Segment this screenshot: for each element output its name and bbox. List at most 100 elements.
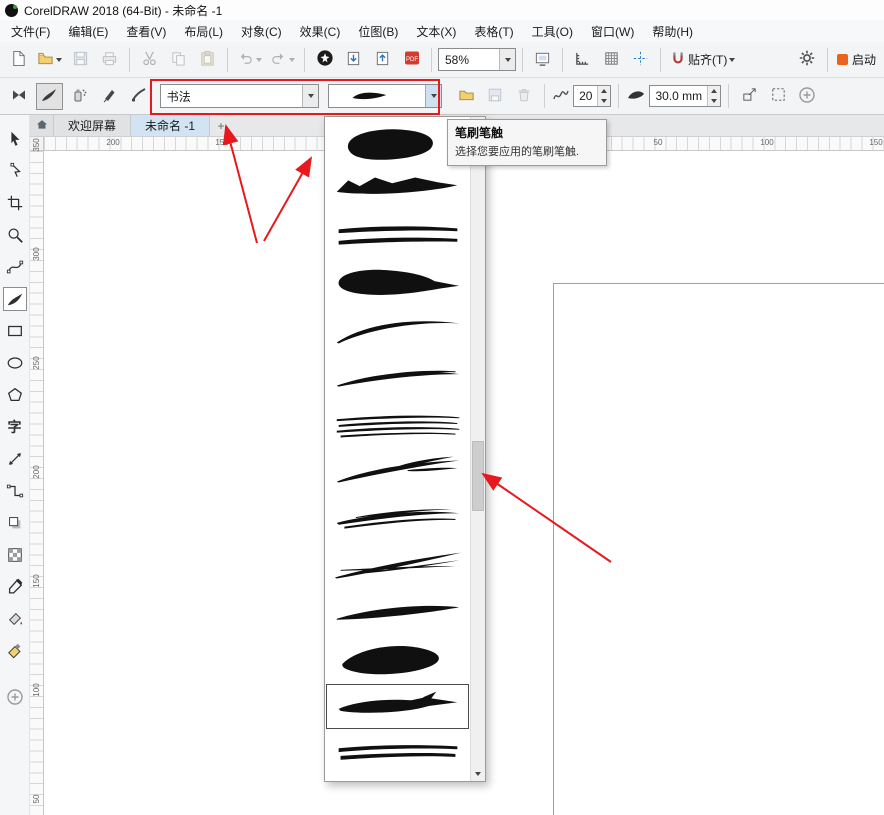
scale-stroke-with-object-button[interactable] bbox=[736, 83, 762, 109]
menu-bitmaps[interactable]: 位图(B) bbox=[349, 20, 407, 43]
scroll-down-button[interactable] bbox=[471, 766, 485, 781]
brush-stroke-flag[interactable] bbox=[325, 166, 470, 213]
delete-stroke-button[interactable] bbox=[511, 83, 537, 109]
cut-button[interactable] bbox=[136, 46, 163, 73]
brush-stroke-leaf[interactable] bbox=[325, 636, 470, 683]
crop-tool[interactable] bbox=[3, 191, 27, 215]
menu-object[interactable]: 对象(C) bbox=[232, 20, 291, 43]
drop-shadow-tool[interactable] bbox=[3, 511, 27, 535]
print-button[interactable] bbox=[96, 46, 123, 73]
brush-stroke-thin-arc[interactable] bbox=[325, 307, 470, 354]
eyedropper-tool[interactable] bbox=[3, 575, 27, 599]
text-tool[interactable]: 字 bbox=[3, 415, 27, 439]
full-screen-preview-button[interactable] bbox=[529, 46, 556, 73]
menu-window[interactable]: 窗口(W) bbox=[582, 20, 643, 43]
export-button[interactable] bbox=[369, 46, 396, 73]
interactive-fill-tool[interactable] bbox=[3, 607, 27, 631]
artistic-media-tool[interactable] bbox=[3, 287, 27, 311]
expression-mode-button[interactable] bbox=[126, 83, 153, 110]
freehand-tool[interactable] bbox=[3, 255, 27, 279]
menu-edit[interactable]: 编辑(E) bbox=[59, 20, 117, 43]
menu-text[interactable]: 文本(X) bbox=[407, 20, 465, 43]
calligraphic-mode-button[interactable] bbox=[96, 83, 123, 110]
v-ruler-label: 150 bbox=[32, 574, 42, 588]
menu-effects[interactable]: 效果(C) bbox=[291, 20, 350, 43]
brush-stroke-layered-lines[interactable] bbox=[325, 401, 470, 448]
menu-file[interactable]: 文件(F) bbox=[2, 20, 59, 43]
snap-to-menu-button[interactable]: 贴齐(T) bbox=[667, 46, 738, 73]
paste-button[interactable] bbox=[194, 46, 221, 73]
brush-stroke-scratchy[interactable] bbox=[325, 354, 470, 401]
menu-layout[interactable]: 布局(L) bbox=[175, 20, 232, 43]
brush-stroke-smooth-swash[interactable] bbox=[325, 589, 470, 636]
shape-tool[interactable] bbox=[3, 159, 27, 183]
tab-welcome-screen[interactable]: 欢迎屏幕 bbox=[54, 115, 131, 136]
welcome-home-button[interactable] bbox=[30, 115, 54, 136]
smart-fill-tool[interactable] bbox=[3, 639, 27, 663]
dropdown-scrollbar[interactable] bbox=[470, 117, 485, 781]
smoothing-stepper[interactable] bbox=[597, 86, 610, 106]
brush-category-select[interactable]: 书法 bbox=[160, 84, 320, 108]
menu-table[interactable]: 表格(T) bbox=[465, 20, 522, 43]
smoothing-value: 20 bbox=[574, 86, 597, 106]
stroke-width-spinner[interactable]: 30.0 mm bbox=[649, 85, 721, 107]
brush-stroke-rough-line[interactable] bbox=[325, 730, 470, 777]
brush-stroke-dropdown-button[interactable] bbox=[425, 85, 441, 107]
zoom-tool[interactable] bbox=[3, 223, 27, 247]
rectangle-tool[interactable] bbox=[3, 319, 27, 343]
stepper-up-button[interactable] bbox=[598, 86, 610, 96]
menu-view[interactable]: 查看(V) bbox=[117, 20, 175, 43]
smoothing-spinner[interactable]: 20 bbox=[573, 85, 611, 107]
tab-untitled-1[interactable]: 未命名 -1 bbox=[131, 115, 210, 136]
preset-mode-button[interactable] bbox=[6, 83, 33, 110]
show-guidelines-button[interactable] bbox=[627, 46, 654, 73]
quick-customize-button[interactable] bbox=[794, 83, 820, 109]
save-stroke-button[interactable] bbox=[482, 83, 508, 109]
zoom-level-select[interactable]: 58% bbox=[438, 48, 516, 71]
stepper-down-button[interactable] bbox=[708, 96, 720, 106]
brush-stroke-scratchy-2[interactable] bbox=[325, 495, 470, 542]
brush-category-dropdown-button[interactable] bbox=[302, 85, 318, 107]
transparency-tool[interactable] bbox=[3, 543, 27, 567]
save-button[interactable] bbox=[67, 46, 94, 73]
browse-button[interactable] bbox=[453, 83, 479, 109]
brush-stroke-wispy[interactable] bbox=[325, 448, 470, 495]
new-document-button[interactable] bbox=[5, 46, 32, 73]
new-document-tab-button[interactable]: + bbox=[210, 115, 232, 136]
launch-button[interactable]: 启动 bbox=[834, 46, 879, 73]
brush-stroke-double-line[interactable] bbox=[325, 213, 470, 260]
zoom-dropdown-button[interactable] bbox=[499, 49, 515, 70]
menu-tools[interactable]: 工具(O) bbox=[523, 20, 582, 43]
pick-tool[interactable] bbox=[3, 127, 27, 151]
connector-tool[interactable] bbox=[3, 479, 27, 503]
dimension-tool[interactable] bbox=[3, 447, 27, 471]
stroke-width-stepper[interactable] bbox=[707, 86, 720, 106]
stepper-down-button[interactable] bbox=[598, 96, 610, 106]
sprayer-mode-button[interactable] bbox=[66, 83, 93, 110]
undo-button[interactable] bbox=[234, 46, 265, 73]
import-button[interactable] bbox=[340, 46, 367, 73]
show-rulers-button[interactable] bbox=[569, 46, 596, 73]
stepper-up-button[interactable] bbox=[708, 86, 720, 96]
copy-button[interactable] bbox=[165, 46, 192, 73]
menu-help[interactable]: 帮助(H) bbox=[643, 20, 702, 43]
brush-stroke-select[interactable] bbox=[328, 84, 442, 108]
border-toggle-button[interactable] bbox=[765, 83, 791, 109]
polygon-tool[interactable] bbox=[3, 383, 27, 407]
options-button[interactable] bbox=[794, 46, 821, 73]
toolbar-separator bbox=[227, 48, 228, 72]
vertical-ruler[interactable]: 35030025020015010050 bbox=[30, 151, 44, 815]
open-document-button[interactable] bbox=[34, 46, 65, 73]
brush-mode-button[interactable] bbox=[36, 83, 63, 110]
publish-pdf-button[interactable]: PDF bbox=[398, 46, 425, 73]
redo-button[interactable] bbox=[267, 46, 298, 73]
brush-stroke-tadpole[interactable] bbox=[325, 260, 470, 307]
brush-stroke-crossing-wisps[interactable] bbox=[325, 542, 470, 589]
ellipse-tool[interactable] bbox=[3, 351, 27, 375]
show-grid-button[interactable] bbox=[598, 46, 625, 73]
search-content-button[interactable] bbox=[311, 46, 338, 73]
grid-icon bbox=[603, 50, 620, 70]
brush-stroke-fish[interactable] bbox=[325, 683, 470, 730]
customize-toolbox-button[interactable] bbox=[3, 685, 27, 709]
scrollbar-thumb[interactable] bbox=[472, 441, 484, 511]
